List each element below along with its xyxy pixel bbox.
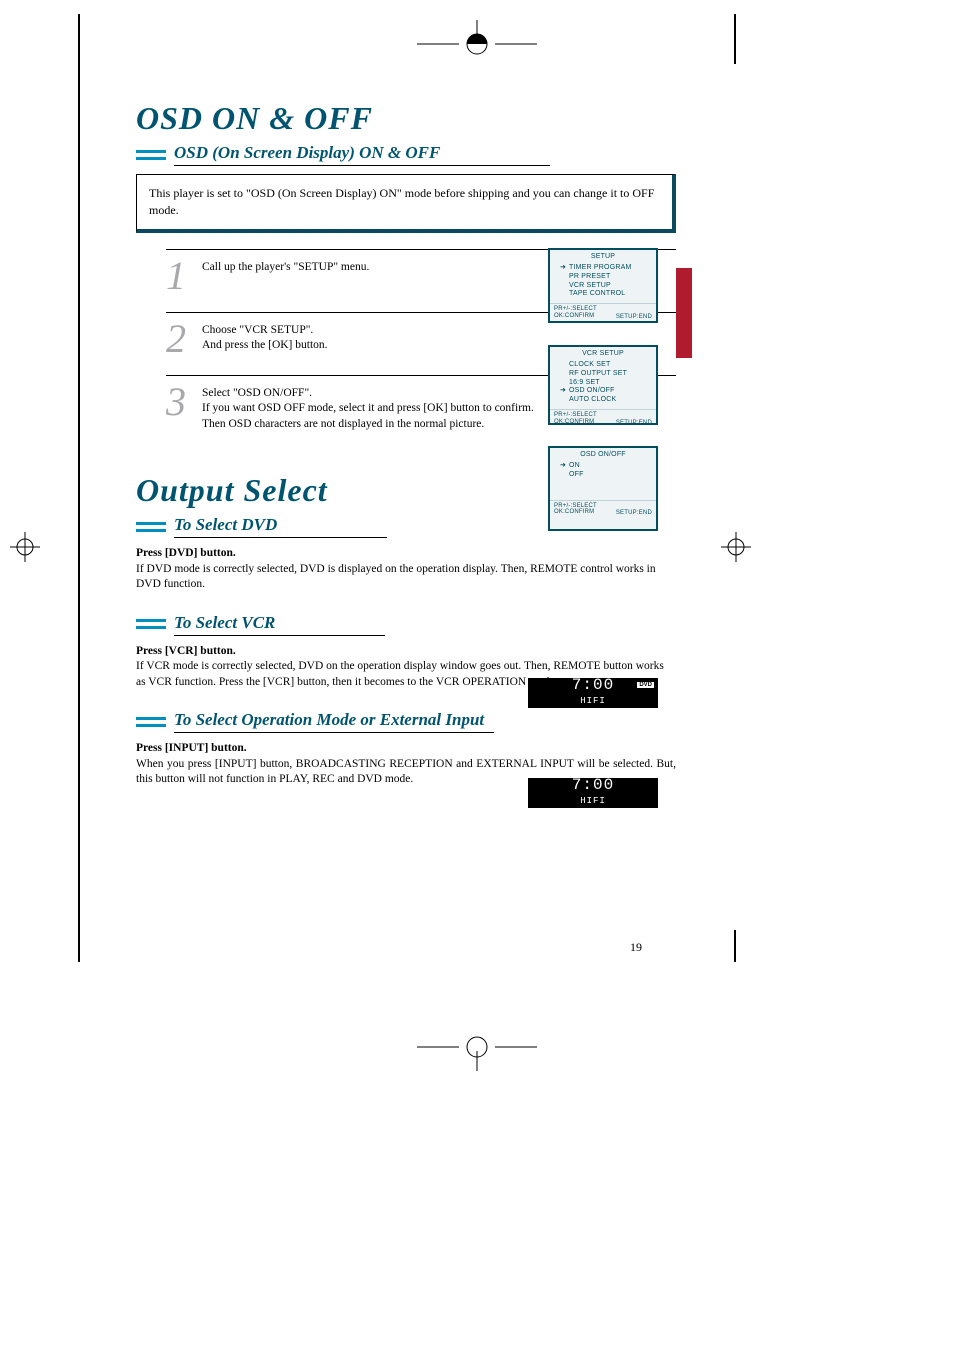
osd-menu-label: VCR SETUP: [569, 282, 611, 291]
osd-items: ➜ONOFF: [550, 460, 656, 500]
osd-panel-osd-onoff: OSD ON/OFF ➜ONOFF PR+/-:SELECT OK:CONFIR…: [548, 446, 658, 531]
section-accent-icon: [136, 522, 166, 532]
registration-mark-right-icon: [721, 532, 751, 567]
display-sub: HIFI: [580, 796, 606, 806]
osd-menu-item: ➜ON: [560, 462, 652, 471]
osd-menu-label: PR PRESET: [569, 273, 610, 282]
osd-menu-item: AUTO CLOCK: [560, 396, 652, 405]
osd-menu-label: TIMER PROGRAM: [569, 264, 632, 273]
osd-footer-confirm: OK:CONFIRM: [554, 313, 597, 320]
select-dvd-bold: Press [DVD] button.: [136, 547, 236, 559]
section-tab-red: [676, 268, 692, 358]
osd-footer-end: SETUP:END: [616, 314, 652, 320]
section-header-osd: OSD (On Screen Display) ON & OFF: [136, 143, 676, 166]
heading-osd-on-off: OSD ON & OFF: [136, 100, 676, 137]
osd-footer: PR+/-:SELECT OK:CONFIRM SETUP:END: [550, 500, 656, 520]
dvd-badge: DVD: [637, 682, 654, 688]
subheading-osd: OSD (On Screen Display) ON & OFF: [174, 143, 550, 166]
osd-footer-select: PR+/-:SELECT: [554, 412, 597, 419]
osd-footer-end: SETUP:END: [616, 510, 652, 516]
osd-footer-select: PR+/-:SELECT: [554, 503, 597, 510]
osd-menu-label: OFF: [569, 471, 584, 480]
osd-menu-item: RF OUTPUT SET: [560, 370, 652, 379]
operation-display-dvd: 7:00 HIFI DVD: [528, 678, 658, 708]
osd-menu-item: ➜TIMER PROGRAM: [560, 264, 652, 273]
osd-menu-item: ➜OSD ON/OFF: [560, 387, 652, 396]
osd-footer: PR+/-:SELECT OK:CONFIRM SETUP:END: [550, 303, 656, 323]
osd-menu-label: RF OUTPUT SET: [569, 370, 627, 379]
step-2-number: 2: [166, 319, 192, 359]
section-accent-icon: [136, 150, 166, 160]
select-dvd-text: If DVD mode is correctly selected, DVD i…: [136, 563, 656, 591]
osd-menu-label: CLOCK SET: [569, 361, 610, 370]
osd-menu-label: AUTO CLOCK: [569, 396, 616, 405]
osd-panel-vcr-setup: VCR SETUP CLOCK SETRF OUTPUT SET16:9 SET…: [548, 345, 658, 425]
step-3-number: 3: [166, 382, 192, 433]
subheading-select-vcr: To Select VCR: [174, 613, 385, 636]
subheading-select-input: To Select Operation Mode or External Inp…: [174, 710, 494, 733]
osd-footer-select: PR+/-:SELECT: [554, 306, 597, 313]
osd-title: VCR SETUP: [550, 347, 656, 359]
display-time: 7:00: [572, 776, 614, 794]
display-time: 7:00: [572, 676, 614, 694]
osd-footer-confirm: OK:CONFIRM: [554, 419, 597, 426]
arrow-right-icon: ➜: [560, 462, 566, 471]
osd-menu-label: 16:9 SET: [569, 379, 600, 388]
osd-footer: PR+/-:SELECT OK:CONFIRM SETUP:END: [550, 409, 656, 429]
operation-display-vcr: 7:00 HIFI: [528, 778, 658, 808]
osd-menu-item: CLOCK SET: [560, 361, 652, 370]
osd-menu-label: OSD ON/OFF: [569, 387, 615, 396]
osd-menu-label: ON: [569, 462, 580, 471]
select-dvd-body: Press [DVD] button. If DVD mode is corre…: [136, 546, 676, 593]
osd-menu-item: OFF: [560, 471, 652, 480]
display-sub: HIFI: [580, 696, 606, 706]
osd-menu-item: 16:9 SET: [560, 379, 652, 388]
crop-mark-bottom-icon: [417, 1031, 537, 1071]
osd-menu-label: TAPE CONTROL: [569, 290, 625, 299]
arrow-right-icon: ➜: [560, 387, 566, 396]
section-header-select-vcr: To Select VCR: [136, 613, 676, 636]
osd-panel-setup: SETUP ➜TIMER PROGRAMPR PRESETVCR SETUPTA…: [548, 248, 658, 323]
page-border-right-bottom: [734, 930, 736, 962]
osd-menu-item: PR PRESET: [560, 273, 652, 282]
page-border-right-top: [734, 14, 736, 64]
osd-items: CLOCK SETRF OUTPUT SET16:9 SET➜OSD ON/OF…: [550, 359, 656, 409]
intro-box: This player is set to "OSD (On Screen Di…: [136, 174, 676, 233]
step-1-number: 1: [166, 256, 192, 296]
select-input-bold: Press [INPUT] button.: [136, 742, 247, 754]
subheading-select-dvd: To Select DVD: [174, 515, 387, 538]
osd-menu-item: VCR SETUP: [560, 282, 652, 291]
arrow-right-icon: ➜: [560, 264, 566, 273]
registration-mark-left-icon: [10, 532, 40, 567]
osd-menu-item: TAPE CONTROL: [560, 290, 652, 299]
crop-mark-top-icon: [417, 20, 537, 60]
section-accent-icon: [136, 619, 166, 629]
osd-title: SETUP: [550, 250, 656, 262]
page-number: 19: [630, 940, 642, 955]
section-header-select-input: To Select Operation Mode or External Inp…: [136, 710, 676, 733]
osd-items: ➜TIMER PROGRAMPR PRESETVCR SETUPTAPE CON…: [550, 262, 656, 303]
osd-title: OSD ON/OFF: [550, 448, 656, 460]
osd-footer-end: SETUP:END: [616, 420, 652, 426]
osd-footer-confirm: OK:CONFIRM: [554, 509, 597, 516]
section-accent-icon: [136, 717, 166, 727]
select-vcr-bold: Press [VCR] button.: [136, 645, 236, 657]
page-border-left: [78, 14, 80, 962]
